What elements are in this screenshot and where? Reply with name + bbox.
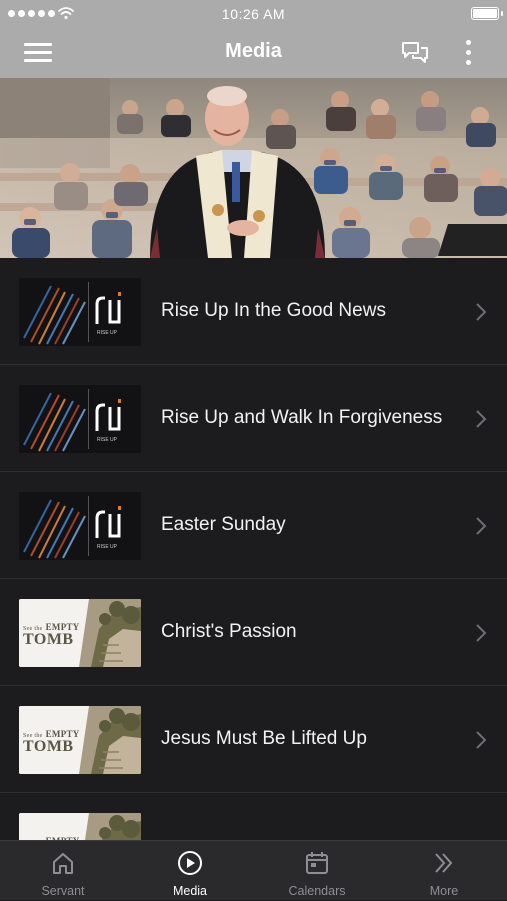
media-list: RISE UP Rise Up In the Good News RISE UP… [0, 258, 507, 840]
hero-image [0, 78, 507, 258]
empty-tomb-thumbnail: See the EMPTY TOMB [19, 813, 141, 840]
empty-tomb-thumbnail: See the EMPTY TOMB [19, 599, 141, 667]
chevron-right-icon [476, 410, 487, 428]
tab-label: Calendars [288, 884, 346, 898]
rise-up-thumbnail: RISE UP [19, 278, 141, 346]
tomb-title: See the EMPTY TOMB [23, 729, 80, 755]
rise-up-thumbnail: RISE UP [19, 385, 141, 453]
tomb-title: See the EMPTY TOMB [23, 622, 80, 648]
media-title: Rise Up and Walk In Forgiveness [161, 407, 443, 428]
vertical-dots-icon[interactable] [458, 38, 478, 68]
home-icon [53, 853, 73, 874]
battery-icon [471, 7, 503, 20]
thumb-caption: RISE UP [97, 437, 118, 443]
tab-calendars[interactable]: Calendars [254, 841, 380, 901]
tab-label: More [429, 884, 459, 898]
media-list-item[interactable]: See the EMPTY TOMB Christ's Passion [0, 579, 507, 686]
tab-label: Servant [41, 884, 85, 898]
media-title: Rise Up In the Good News [161, 300, 386, 321]
calendar-icon [306, 852, 328, 874]
tab-more[interactable]: More [381, 841, 507, 901]
play-circle-icon [178, 851, 202, 875]
status-bar: 10:26 AM [0, 0, 507, 28]
tab-servant[interactable]: Servant [0, 841, 126, 901]
tab-label: Media [172, 884, 208, 898]
media-list-item[interactable]: RISE UP Rise Up and Walk In Forgiveness [0, 365, 507, 472]
chevron-right-icon [476, 731, 487, 749]
media-list-item[interactable]: See the EMPTY TOMB Jesus Must Be Lifted … [0, 686, 507, 793]
empty-tomb-thumbnail: See the EMPTY TOMB [19, 706, 141, 774]
tab-bar: Servant Media Calendars More [0, 840, 507, 900]
media-title: Jesus Must Be Lifted Up [161, 728, 367, 749]
tab-media[interactable]: Media [127, 841, 253, 901]
media-list-item[interactable]: RISE UP Easter Sunday [0, 472, 507, 579]
rise-up-thumbnail: RISE UP [19, 492, 141, 560]
status-time: 10:26 AM [221, 6, 286, 22]
media-list-item[interactable]: RISE UP Rise Up In the Good News [0, 258, 507, 365]
nav-bar: Media [0, 28, 507, 78]
page-title: Media [225, 40, 282, 62]
media-list-item[interactable]: See the EMPTY TOMB [0, 793, 507, 840]
chevron-right-icon [476, 517, 487, 535]
chevron-right-icon [476, 624, 487, 642]
media-title: Christ's Passion [161, 621, 297, 642]
chevron-right-icon [476, 303, 487, 321]
media-title: Easter Sunday [161, 514, 286, 535]
chat-bubbles-icon[interactable] [400, 38, 430, 68]
top-bar: 10:26 AM Media [0, 0, 507, 78]
double-chevron-right-icon [435, 853, 453, 873]
thumb-caption: RISE UP [97, 544, 118, 550]
thumb-caption: RISE UP [97, 330, 118, 336]
